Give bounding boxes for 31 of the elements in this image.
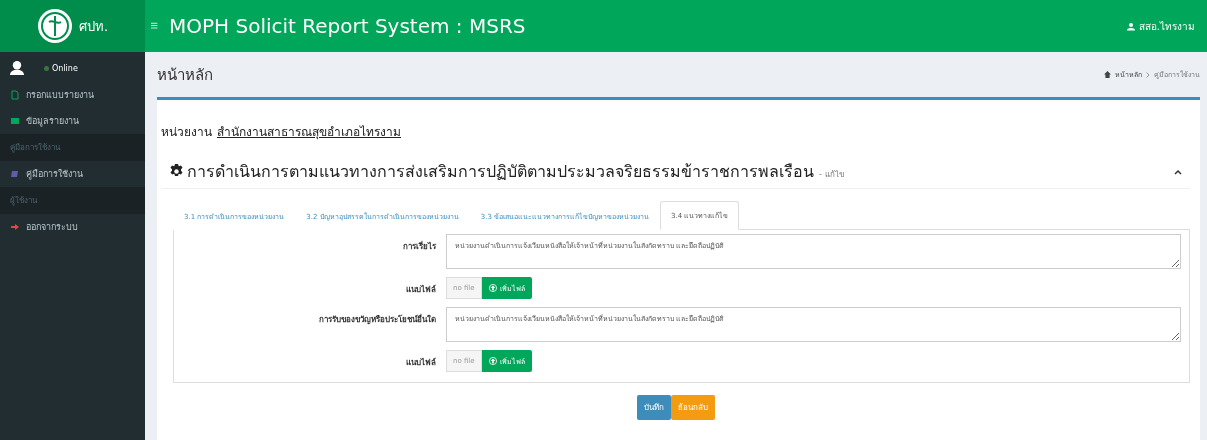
action-button[interactable]: บันทึก bbox=[636, 395, 671, 420]
unit-label: หน่วยงาน bbox=[161, 124, 212, 141]
seal-logo-icon bbox=[36, 8, 73, 44]
field-label: การเรี่ยไร bbox=[402, 240, 436, 253]
sidebar-section-header: คู่มือการใช้งาน bbox=[0, 134, 145, 161]
sidebar-item[interactable]: กรอกแบบรายงาน bbox=[0, 82, 145, 108]
sign-out-icon bbox=[10, 222, 20, 232]
section-title: การดำเนินการตามแนวทางการส่งเสริมการปฏิบัติตามประมวลจริยธรรมข้าราชการพลเรือน - แก้ไข bbox=[187, 161, 845, 183]
sidebar-section-header: ผู้ใช้งาน bbox=[0, 187, 145, 214]
field-label: แนบไฟล์ bbox=[405, 283, 436, 296]
status-dot-icon bbox=[44, 65, 49, 71]
sidebar-item[interactable]: ข้อมูลรายงาน bbox=[0, 108, 145, 134]
gear-icon bbox=[169, 164, 184, 179]
online-status: Online bbox=[44, 63, 78, 73]
user-icon bbox=[1126, 21, 1135, 31]
app-title: MOPH Solicit Report System : MSRS bbox=[169, 14, 527, 38]
brand-text: ศปท. bbox=[78, 17, 109, 36]
sidebar-item[interactable]: ออกจากระบบ bbox=[0, 214, 145, 240]
home-icon bbox=[1104, 71, 1111, 78]
chevron-right-icon bbox=[1146, 71, 1150, 78]
collapse-button[interactable] bbox=[1174, 168, 1182, 175]
unit-link[interactable]: สำนักงานสาธารณสุขอำเภอไทรงาม bbox=[217, 122, 401, 141]
page-title: หน้าหลัก bbox=[157, 64, 213, 86]
document-icon bbox=[10, 90, 20, 100]
sidebar-item[interactable]: คู่มือการใช้งาน bbox=[0, 161, 145, 187]
upload-icon bbox=[488, 284, 497, 292]
field-label: การรับของขวัญหรือประโยชน์อื่นใด bbox=[318, 313, 436, 326]
chevron-up-icon bbox=[1174, 168, 1182, 175]
upload-icon bbox=[488, 357, 497, 365]
user-icon bbox=[10, 60, 24, 76]
field-label: แนบไฟล์ bbox=[405, 356, 436, 369]
